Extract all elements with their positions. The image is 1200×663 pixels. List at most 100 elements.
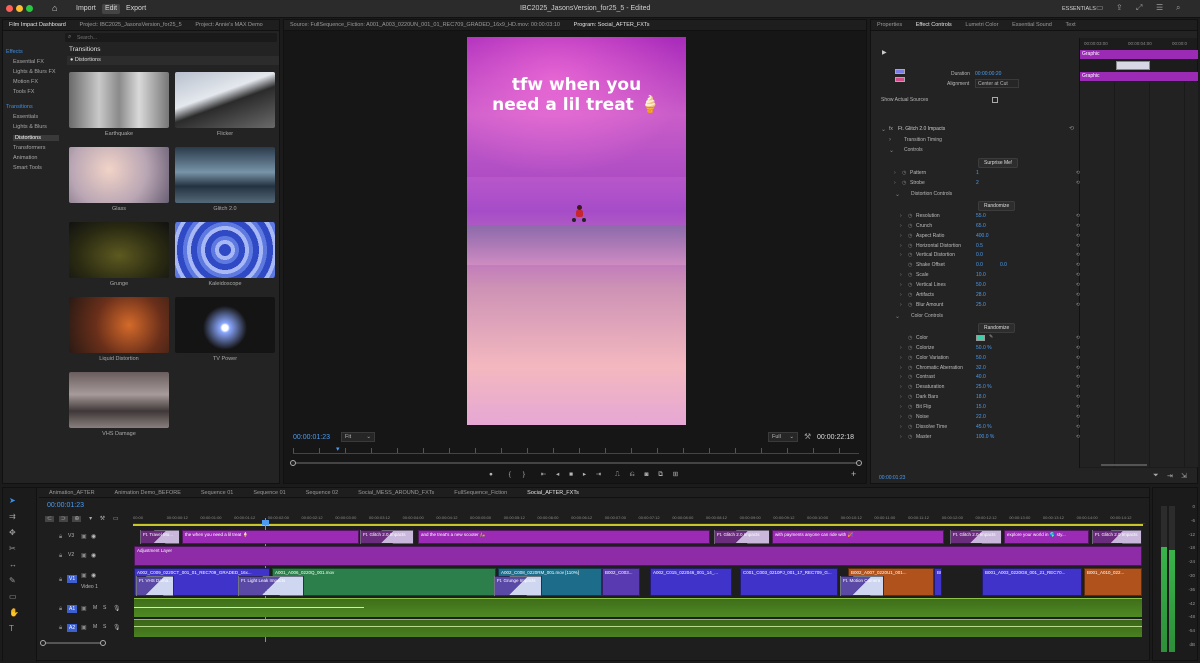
selection-tool-icon[interactable]: ➤: [9, 496, 16, 505]
param-row[interactable]: › ◷ Strobe 2 ⟲: [870, 179, 1080, 188]
param-value[interactable]: 40.0: [976, 374, 986, 380]
zoom-window-button[interactable]: [26, 5, 33, 12]
timeline-ruler[interactable]: 00:00 00:00:00:12 00:00:01:00 00:00:01:12 00…: [133, 512, 1145, 524]
param-row[interactable]: › ◷ Noise 22.0 ⟲: [870, 413, 1080, 422]
tab-lumetri-color[interactable]: Lumetri Color: [959, 20, 1004, 30]
param-value[interactable]: 100.0 %: [976, 434, 994, 440]
video-clip[interactable]: A001_A006_0220Q_001.mov: [272, 568, 496, 596]
wrench-icon[interactable]: ⚒: [804, 432, 811, 441]
tab-text[interactable]: Text: [1060, 20, 1082, 30]
chevron-right-icon[interactable]: ›: [900, 434, 902, 440]
add-button[interactable]: +: [851, 469, 856, 479]
reset-icon[interactable]: ⟲: [1076, 434, 1080, 440]
hand-tool-icon[interactable]: ✋: [9, 608, 19, 617]
stopwatch-icon[interactable]: ◷: [908, 213, 912, 219]
stopwatch-icon[interactable]: ◷: [908, 414, 912, 420]
alignment-dropdown[interactable]: Center at Cut: [975, 79, 1019, 88]
home-icon[interactable]: ⌂: [52, 3, 57, 13]
reset-icon[interactable]: ⟲: [1076, 262, 1080, 268]
solo-button[interactable]: S: [103, 605, 106, 611]
reset-icon[interactable]: ⟲: [1076, 384, 1080, 390]
param-value[interactable]: 400.0: [976, 233, 989, 239]
param-row[interactable]: › ◷ Vertical Distortion 0.0 ⟲: [870, 251, 1080, 260]
param-value[interactable]: 50.0 %: [976, 345, 992, 351]
reset-icon[interactable]: ⟲: [1076, 292, 1080, 298]
transition-timing-row[interactable]: › Transition Timing: [871, 135, 1081, 145]
pen-tool-icon[interactable]: ✎: [9, 576, 16, 585]
reset-icon[interactable]: ⟲: [1076, 170, 1080, 176]
menu-export[interactable]: Export: [126, 5, 146, 12]
timeline-tab[interactable]: Animation_AFTER: [39, 488, 105, 497]
param-row[interactable]: › ◷ Color Variation 50.0 ⟲: [870, 354, 1080, 363]
param-row[interactable]: › ◷ Master 100.0 % ⟲: [870, 433, 1080, 442]
chevron-right-icon[interactable]: ›: [900, 282, 902, 288]
stopwatch-icon[interactable]: ◷: [908, 282, 912, 288]
category-item[interactable]: Distortions: [13, 135, 59, 141]
graphic-clip[interactable]: the when you need a lil treat 🍦: [182, 530, 359, 544]
lock-icon[interactable]: 🔒︎: [59, 534, 62, 541]
effect-header-row[interactable]: ⌄ fx Ft. Glitch 2.0 Impacts ⟲: [871, 124, 1081, 134]
param-value[interactable]: 0.0: [976, 262, 983, 268]
chevron-right-icon[interactable]: ›: [894, 180, 896, 186]
reset-icon[interactable]: ⟲: [1076, 223, 1080, 229]
linked-selection-icon[interactable]: ⊃: [58, 516, 68, 522]
transition-clip[interactable]: Ft. Motion Camera: [840, 576, 884, 596]
chevron-right-icon[interactable]: ›: [900, 394, 902, 400]
param-value[interactable]: 65.0: [976, 223, 986, 229]
category-item[interactable]: Animation: [13, 155, 37, 161]
param-value[interactable]: 22.0: [976, 414, 986, 420]
video-clip[interactable]: B002_C003...: [602, 568, 640, 596]
param-row[interactable]: › ◷ Blur Amount 25.0 ⟲: [870, 301, 1080, 310]
mic-icon[interactable]: 🎙︎: [113, 605, 121, 612]
stopwatch-icon[interactable]: ◷: [908, 233, 912, 239]
minimize-window-button[interactable]: [16, 5, 23, 12]
timeline-tab[interactable]: Sequence 02: [296, 488, 348, 497]
param-row[interactable]: › ◷ Dark Bars 18.0 ⟲: [870, 393, 1080, 402]
param-value[interactable]: 0.0: [976, 252, 983, 258]
sync-lock-icon[interactable]: ▣: [81, 605, 87, 612]
transform-icon[interactable]: ⊞: [673, 471, 678, 478]
zoom-scrollbar[interactable]: [290, 460, 862, 466]
category-item[interactable]: Lights & Blurs FX: [13, 69, 56, 75]
category-item[interactable]: Motion FX: [13, 79, 38, 85]
ec-zoom-scrollbar[interactable]: [1101, 464, 1147, 466]
expand-icon[interactable]: ⌄: [881, 126, 886, 133]
category-item[interactable]: Tools FX: [13, 89, 34, 95]
fit-dropdown[interactable]: Fit ⌄: [341, 432, 375, 442]
snap-icon[interactable]: ⊂: [45, 516, 55, 522]
tab-properties[interactable]: Properties: [871, 20, 908, 30]
category-item[interactable]: Essentials: [13, 114, 38, 120]
color-controls-row[interactable]: ⌄ Color Controls: [871, 311, 1081, 321]
transition-thumbnail[interactable]: [175, 222, 275, 278]
close-window-button[interactable]: [6, 5, 13, 12]
eye-icon[interactable]: ◉: [91, 533, 96, 540]
transition-clip[interactable]: Ft. Glitch 2.0 Impacts: [950, 530, 1002, 544]
stopwatch-icon[interactable]: ◷: [908, 262, 912, 268]
solo-button[interactable]: S: [103, 624, 106, 630]
track-select-icon[interactable]: ⇉: [9, 512, 16, 521]
reset-icon[interactable]: ⟲: [1076, 394, 1080, 400]
category-item[interactable]: Effects: [6, 49, 23, 55]
transition-clip[interactable]: Ft. Glitch 2.0 Impacts: [360, 530, 414, 544]
reset-icon[interactable]: ⟲: [1069, 125, 1074, 132]
param-value[interactable]: 2: [976, 180, 979, 186]
param-value[interactable]: 32.0: [976, 365, 986, 371]
reset-icon[interactable]: ⟲: [1076, 252, 1080, 258]
insert-overwrite-icon[interactable]: ⊕: [72, 516, 82, 522]
stopwatch-icon[interactable]: ◷: [908, 243, 912, 249]
param-value[interactable]: 50.0: [976, 355, 986, 361]
step-forward-icon[interactable]: ▸: [583, 471, 586, 478]
reset-icon[interactable]: ⟲: [1076, 355, 1080, 361]
transition-clip[interactable]: Ft. Glitch 2.0 Impacts: [714, 530, 770, 544]
timeline-timecode[interactable]: 00:00:01:23: [47, 502, 84, 509]
slip-tool-icon[interactable]: ↔: [9, 560, 17, 569]
category-item[interactable]: Transitions: [6, 104, 33, 110]
param-row[interactable]: › ◷ Bit Flip 15.0 ⟲: [870, 403, 1080, 412]
go-to-out-icon[interactable]: ⇥: [596, 471, 601, 478]
stopwatch-icon[interactable]: ◷: [908, 374, 912, 380]
grid-subtitle-bar[interactable]: ● Distortions: [67, 56, 279, 65]
rectangle-tool-icon[interactable]: ▭: [9, 592, 17, 601]
add-marker-icon[interactable]: ▾: [89, 516, 92, 522]
stopwatch-icon[interactable]: ◷: [908, 384, 912, 390]
tab-project-annie[interactable]: Project: Annie's MAX Demo: [189, 20, 268, 30]
